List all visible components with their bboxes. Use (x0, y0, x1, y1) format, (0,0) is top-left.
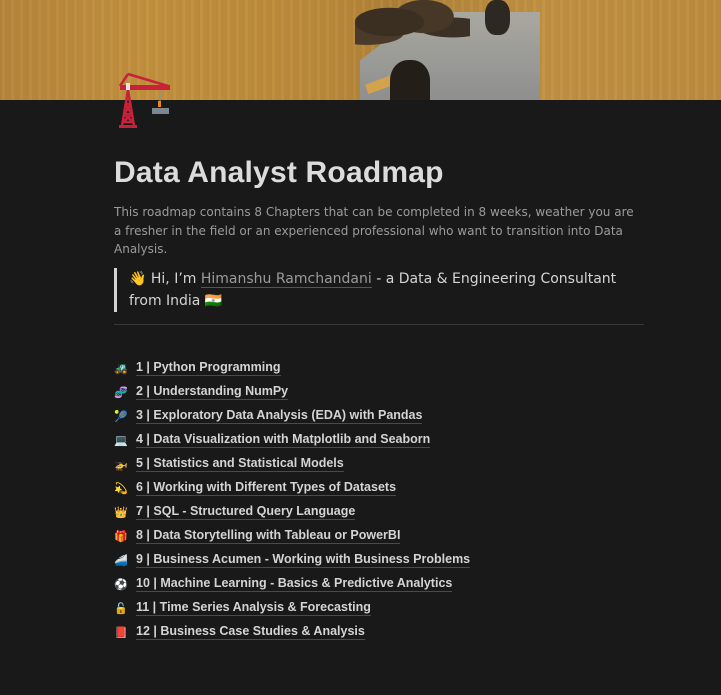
cover-image[interactable] (0, 0, 721, 100)
cover-figure (485, 0, 510, 35)
intro-prefix: Hi, I’m (150, 271, 201, 287)
cover-figure (390, 60, 430, 100)
chapter-link[interactable]: 10 | Machine Learning - Basics & Predict… (136, 576, 453, 592)
chapter-link[interactable]: 9 | Business Acumen - Working with Busin… (136, 552, 471, 568)
soccer-ball-icon: ⚽ (114, 577, 128, 591)
waving-hand-icon: 👋 (129, 271, 147, 287)
intro-quote: 👋 Hi, I’m Himanshu Ramchandani - a Data … (114, 268, 634, 312)
construction-crane-icon[interactable] (114, 70, 174, 130)
chapter-item: 🎾 3 | Exploratory Data Analysis (EDA) wit… (114, 404, 470, 428)
chapter-link[interactable]: 12 | Business Case Studies & Analysis (136, 624, 365, 640)
chapter-item: 🚜 1 | Python Programming (114, 356, 470, 380)
chapter-link[interactable]: 2 | Understanding NumPy (136, 384, 289, 400)
page-title: Data Analyst Roadmap (114, 156, 444, 189)
cover-crowd (355, 0, 470, 55)
chapter-link[interactable]: 11 | Time Series Analysis & Forecasting (136, 600, 371, 616)
chapter-link[interactable]: 8 | Data Storytelling with Tableau or Po… (136, 528, 401, 544)
dna-icon: 🧬 (114, 385, 128, 399)
page-description: This roadmap contains 8 Chapters that ca… (114, 205, 634, 256)
chapter-link[interactable]: 4 | Data Visualization with Matplotlib a… (136, 432, 431, 448)
chapter-item: 🔓 11 | Time Series Analysis & Forecasting (114, 596, 470, 620)
divider (114, 324, 644, 325)
author-link[interactable]: Himanshu Ramchandani (200, 271, 372, 288)
unlock-icon: 🔓 (114, 601, 128, 615)
tractor-icon: 🚜 (114, 361, 128, 375)
chapter-item: 📕 12 | Business Case Studies & Analysis (114, 620, 470, 644)
helicopter-icon: 🚁 (114, 457, 128, 471)
chapter-item: ⚽ 10 | Machine Learning - Basics & Predic… (114, 572, 470, 596)
chapter-link[interactable]: 1 | Python Programming (136, 360, 281, 376)
sparkle-icon: 💫 (114, 481, 128, 495)
chapter-item: 💻 4 | Data Visualization with Matplotlib … (114, 428, 470, 452)
gift-icon: 🎁 (114, 529, 128, 543)
chapter-list: 🚜 1 | Python Programming 🧬 2 | Understandi… (114, 356, 471, 644)
tennis-ball-icon: 🎾 (114, 409, 128, 423)
chapter-link[interactable]: 6 | Working with Different Types of Data… (136, 480, 397, 496)
chapter-item: 👑 7 | SQL - Structured Query Language (114, 500, 470, 524)
chapter-item: 🧬 2 | Understanding NumPy (114, 380, 470, 404)
india-flag-icon: 🇮🇳 (204, 293, 223, 309)
chapter-item: 🚁 5 | Statistics and Statistical Models (114, 452, 470, 476)
chapter-link[interactable]: 7 | SQL - Structured Query Language (136, 504, 356, 520)
book-icon: 📕 (114, 625, 128, 639)
chapter-item: 🚄 9 | Business Acumen - Working with Busi… (114, 548, 471, 572)
train-icon: 🚄 (114, 553, 128, 567)
chapter-link[interactable]: 5 | Statistics and Statistical Models (136, 456, 344, 472)
chapter-item: 💫 6 | Working with Different Types of Dat… (114, 476, 470, 500)
chapter-item: 🎁 8 | Data Storytelling with Tableau or P… (114, 524, 470, 548)
chapter-link[interactable]: 3 | Exploratory Data Analysis (EDA) with… (136, 408, 423, 424)
laptop-icon: 💻 (114, 433, 128, 447)
crown-icon: 👑 (114, 505, 128, 519)
